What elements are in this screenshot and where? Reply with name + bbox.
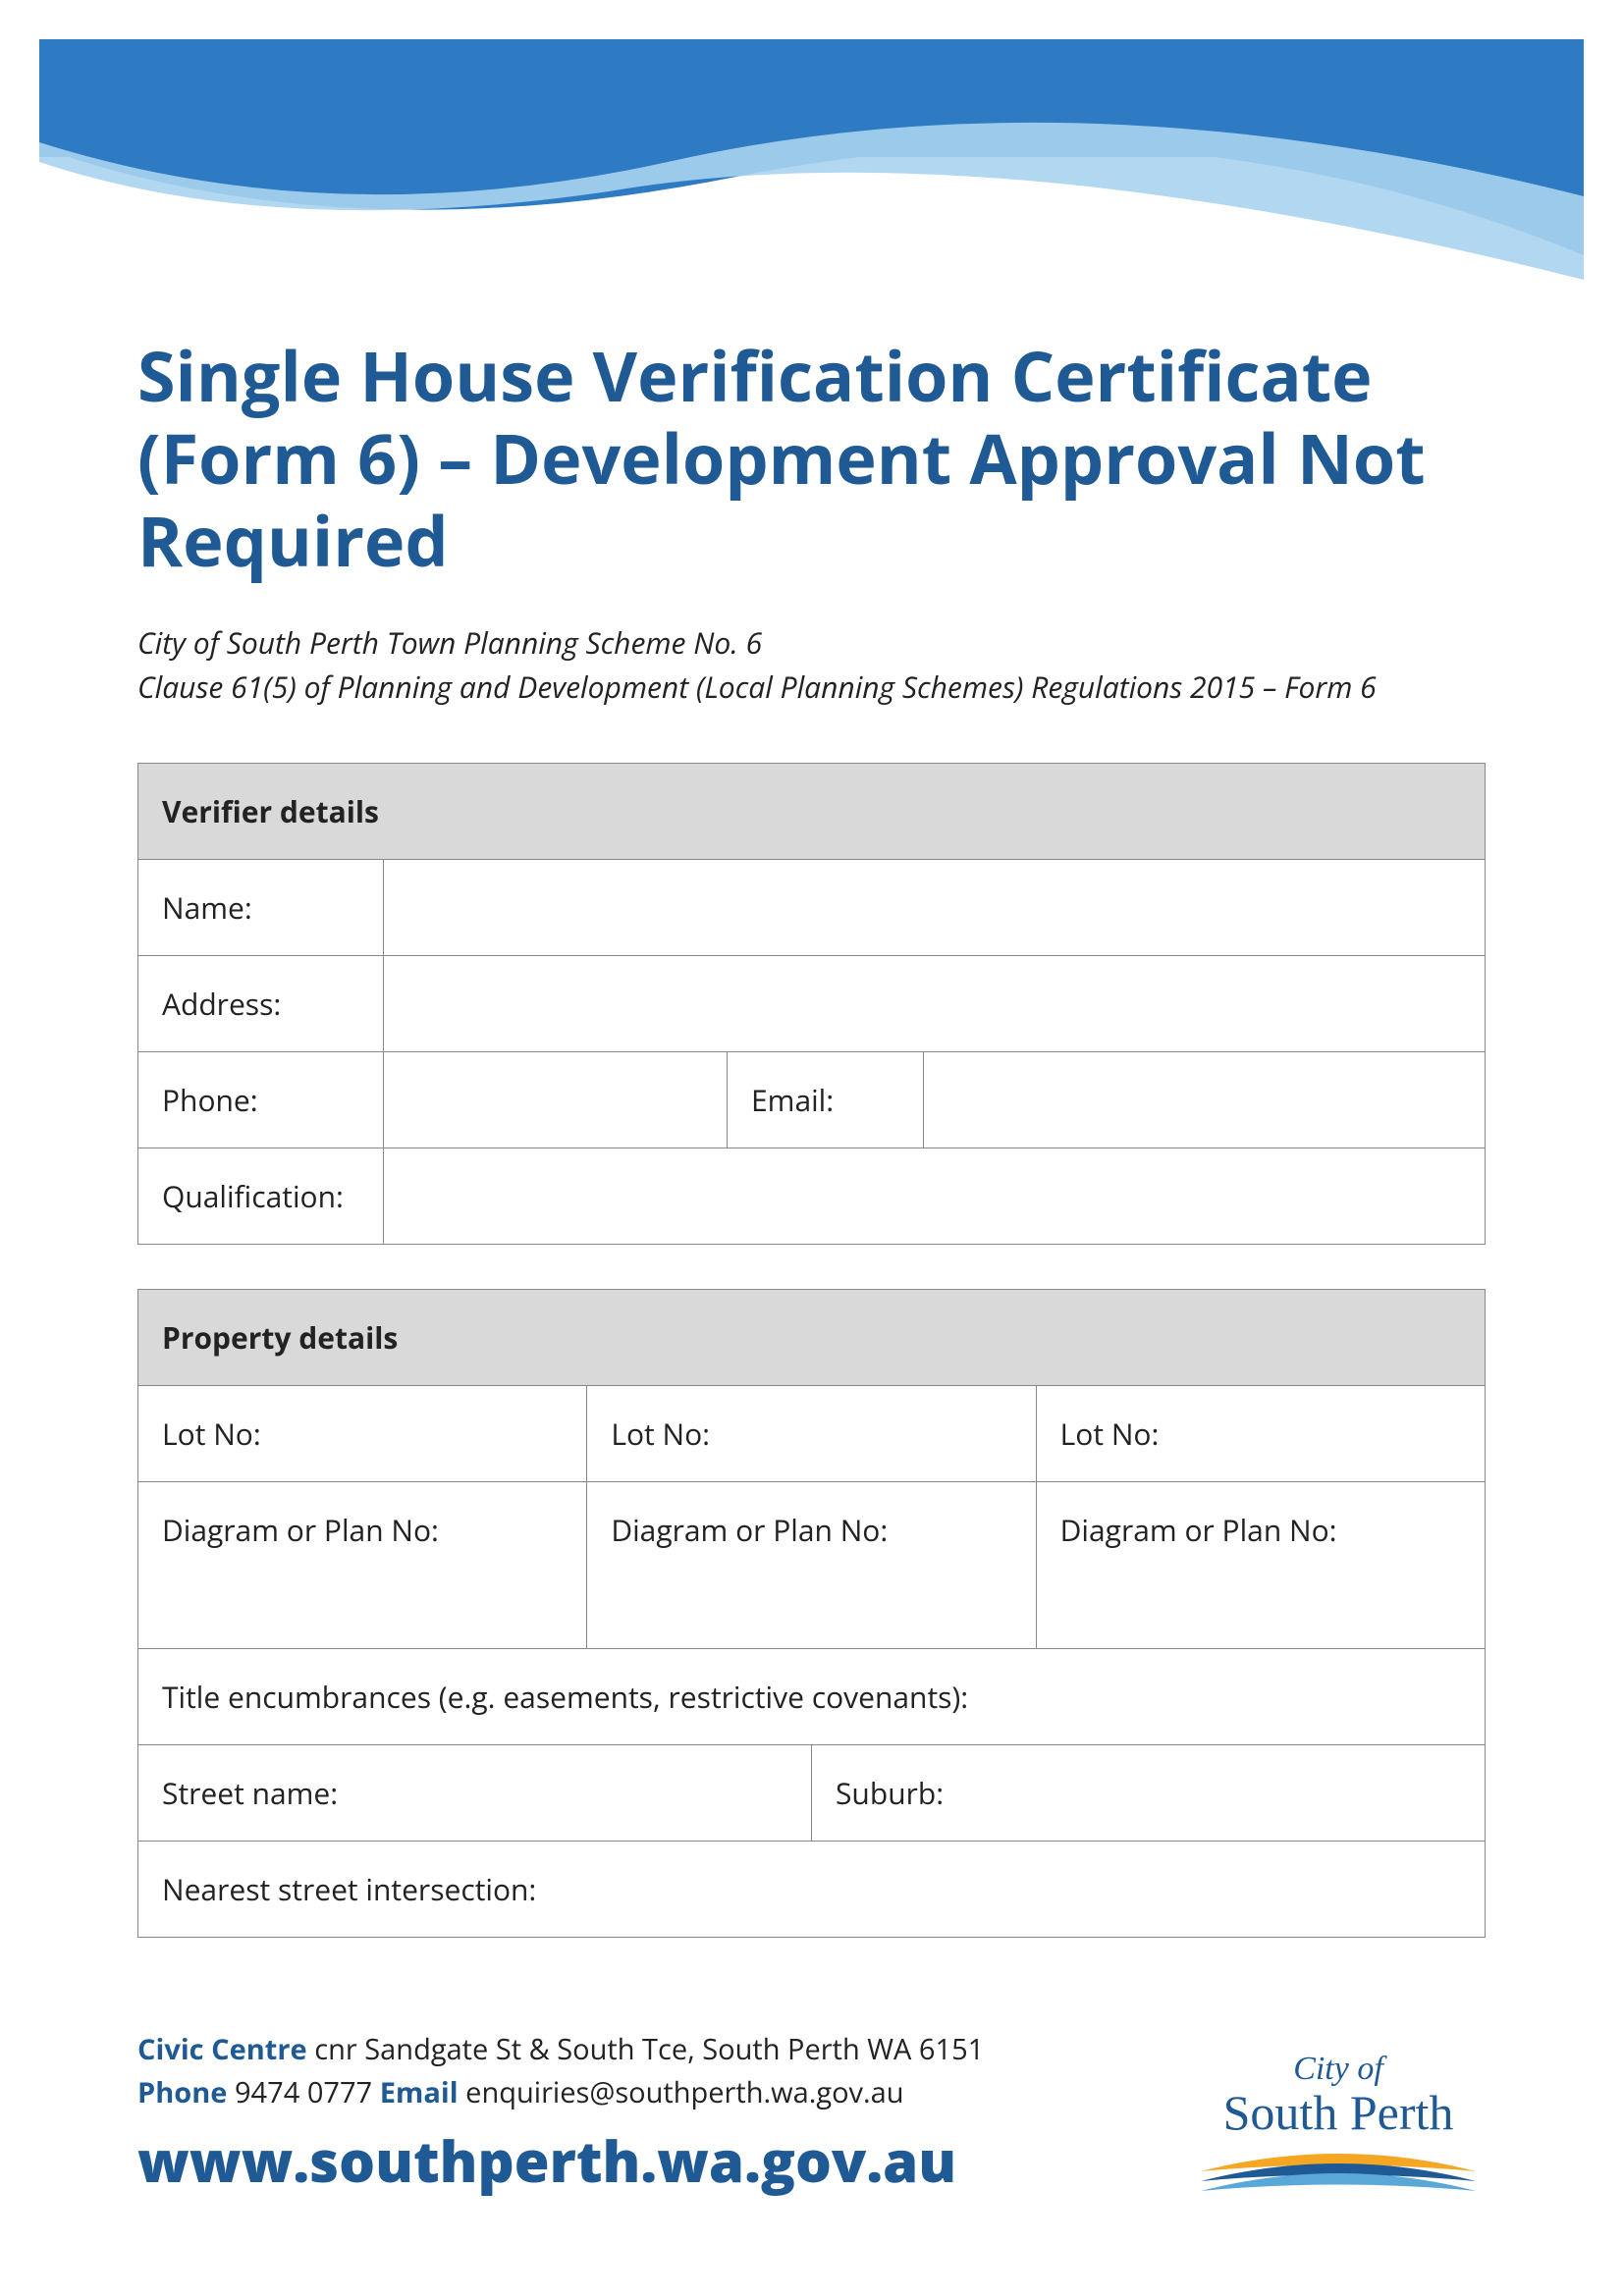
subtitle-line-2: Clause 61(5) of Planning and Development… xyxy=(137,665,1486,709)
page-title: Single House Verification Certificate (F… xyxy=(137,334,1486,581)
verifier-phone-label: Phone: xyxy=(138,1052,384,1148)
verifier-phone-field[interactable] xyxy=(384,1052,728,1148)
subtitle-block: City of South Perth Town Planning Scheme… xyxy=(137,620,1486,709)
property-details-table: Property details Lot No: Lot No: Lot No:… xyxy=(137,1289,1486,1938)
subtitle-line-1: City of South Perth Town Planning Scheme… xyxy=(137,620,1486,665)
footer-website: www.southperth.wa.gov.au xyxy=(137,2117,984,2203)
footer-email-label: Email xyxy=(380,2073,459,2111)
verifier-address-label: Address: xyxy=(138,956,384,1052)
property-lot-3-label: Lot No: xyxy=(1036,1386,1485,1482)
property-lot-1-label: Lot No: xyxy=(138,1386,587,1482)
property-street-name-label: Street name: xyxy=(138,1745,812,1842)
footer-email-value: enquiries@southperth.wa.gov.au xyxy=(459,2073,904,2111)
property-diagram-2-label: Diagram or Plan No: xyxy=(587,1482,1036,1649)
verifier-qualification-label: Qualification: xyxy=(138,1148,384,1245)
logo-swoosh-icon xyxy=(1191,2144,1486,2198)
verifier-details-table: Verifier details Name: Address: Phone: E… xyxy=(137,763,1486,1245)
verifier-address-field[interactable] xyxy=(384,956,1486,1052)
property-lot-2-label: Lot No: xyxy=(587,1386,1036,1482)
verifier-email-field[interactable] xyxy=(924,1052,1486,1148)
page-footer: Civic Centre cnr Sandgate St & South Tce… xyxy=(137,2028,1486,2203)
property-encumbrances-label: Title encumbrances (e.g. easements, rest… xyxy=(138,1649,1486,1745)
verifier-name-field[interactable] xyxy=(384,860,1486,956)
footer-phone-label: Phone xyxy=(137,2073,227,2111)
verifier-email-label: Email: xyxy=(728,1052,924,1148)
property-header: Property details xyxy=(138,1290,1486,1386)
verifier-name-label: Name: xyxy=(138,860,384,956)
property-intersection-label: Nearest street intersection: xyxy=(138,1842,1486,1938)
footer-civic-value: cnr Sandgate St & South Tce, South Perth… xyxy=(307,2030,985,2068)
footer-civic-label: Civic Centre xyxy=(137,2030,307,2068)
property-suburb-label: Suburb: xyxy=(811,1745,1485,1842)
logo-city-of: City of xyxy=(1191,2052,1486,2087)
footer-contact-block: Civic Centre cnr Sandgate St & South Tce… xyxy=(137,2028,984,2203)
property-diagram-3-label: Diagram or Plan No: xyxy=(1036,1482,1485,1649)
verifier-qualification-field[interactable] xyxy=(384,1148,1486,1245)
footer-logo: City of South Perth xyxy=(1191,2052,1486,2203)
verifier-header: Verifier details xyxy=(138,764,1486,860)
footer-phone-value: 9474 0777 xyxy=(227,2073,379,2111)
property-diagram-1-label: Diagram or Plan No: xyxy=(138,1482,587,1649)
logo-south-perth: South Perth xyxy=(1191,2087,1486,2139)
header-wave-graphic xyxy=(0,0,1623,285)
